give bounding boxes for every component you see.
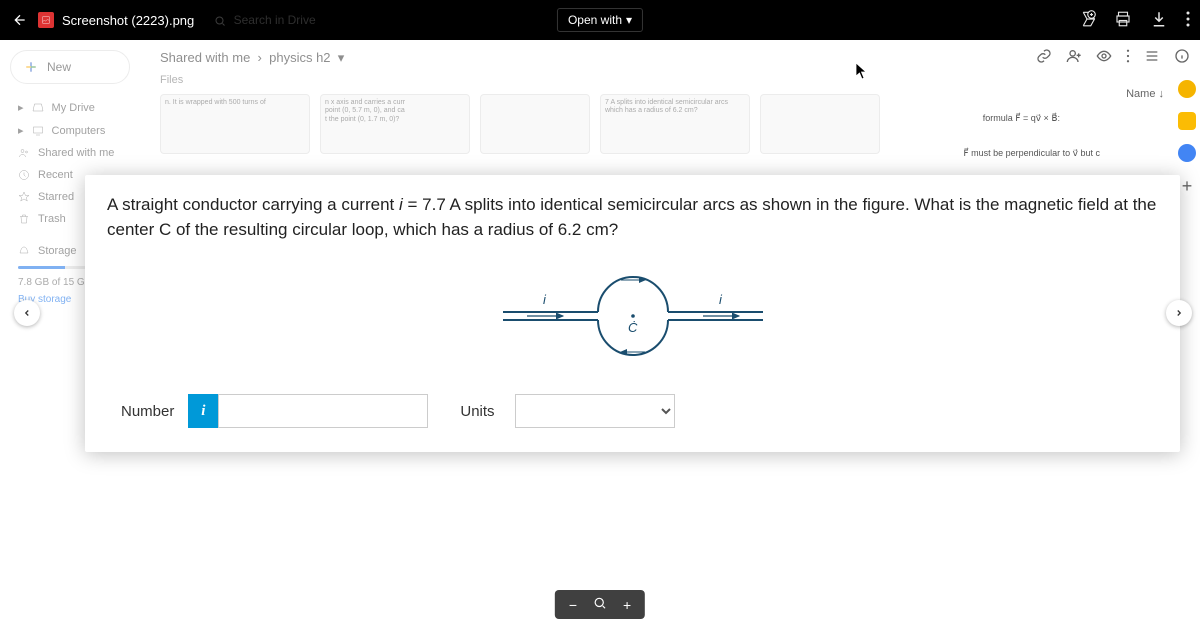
number-input[interactable] [218, 394, 428, 428]
file-thumbnail[interactable]: n. It is wrapped with 500 turns of [160, 94, 310, 154]
link-icon[interactable] [1036, 48, 1052, 67]
download-icon[interactable] [1150, 10, 1168, 31]
prev-image-button[interactable] [14, 300, 40, 326]
calendar-addon-icon[interactable] [1178, 80, 1196, 98]
chevron-down-icon: ▾ [626, 13, 632, 27]
number-info-button[interactable]: i [188, 394, 218, 428]
new-button[interactable]: New [10, 50, 130, 84]
file-thumbnail[interactable]: 7 A splits into identical semicircular a… [600, 94, 750, 154]
add-to-drive-icon[interactable] [1078, 10, 1096, 31]
circuit-figure: i Ċ i [107, 256, 1158, 376]
sidebar-my-drive[interactable]: ▸My Drive [10, 96, 130, 119]
list-view-icon[interactable] [1144, 48, 1160, 67]
units-label: Units [428, 395, 514, 428]
next-image-button[interactable] [1166, 300, 1192, 326]
sidebar-shared[interactable]: Shared with me [10, 142, 130, 164]
files-label: Files [160, 74, 1180, 86]
file-name: Screenshot (2223).png [62, 13, 194, 28]
file-type-icon [38, 12, 54, 28]
file-thumbnail[interactable] [760, 94, 880, 154]
sidebar-computers[interactable]: ▸Computers [10, 119, 130, 142]
back-arrow[interactable] [10, 12, 30, 28]
add-person-icon[interactable] [1066, 48, 1082, 67]
zoom-in-button[interactable]: + [623, 597, 631, 613]
units-select[interactable] [515, 394, 675, 428]
preview-icon[interactable] [1096, 48, 1112, 67]
name-column-header[interactable]: Name ↓ [1126, 88, 1164, 100]
search-in-drive[interactable]: Search in Drive [214, 13, 315, 27]
svg-text:i: i [543, 292, 547, 307]
info-pane-icon[interactable] [1174, 48, 1190, 67]
breadcrumb[interactable]: Shared with me › physics h2 ▾ [160, 50, 1180, 66]
zoom-out-button[interactable]: − [569, 597, 577, 613]
kebab-icon[interactable] [1126, 49, 1130, 66]
formula-snippet: formula F⃗ = qv⃗ × B⃗: [983, 113, 1060, 124]
print-icon[interactable] [1114, 10, 1132, 31]
svg-text:Ċ: Ċ [628, 320, 638, 335]
add-addon-icon[interactable]: + [1182, 176, 1193, 197]
zoom-reset-icon[interactable] [593, 596, 607, 613]
number-label: Number [107, 395, 188, 428]
tasks-addon-icon[interactable] [1178, 144, 1196, 162]
zoom-controls: − + [555, 590, 645, 619]
question-text: A straight conductor carrying a current … [107, 193, 1158, 242]
open-with-dropdown[interactable]: Open with ▾ [557, 8, 643, 32]
svg-text:i: i [719, 292, 723, 307]
perp-snippet: F⃗ must be perpendicular to v⃗ but c [963, 148, 1100, 159]
keep-addon-icon[interactable] [1178, 112, 1196, 130]
image-preview-content: A straight conductor carrying a current … [85, 175, 1180, 452]
file-thumbnail[interactable]: n x axis and carries a currpoint (0, 5.7… [320, 94, 470, 154]
more-actions-icon[interactable] [1186, 11, 1190, 30]
file-thumbnail[interactable] [480, 94, 590, 154]
mouse-cursor [855, 62, 869, 83]
